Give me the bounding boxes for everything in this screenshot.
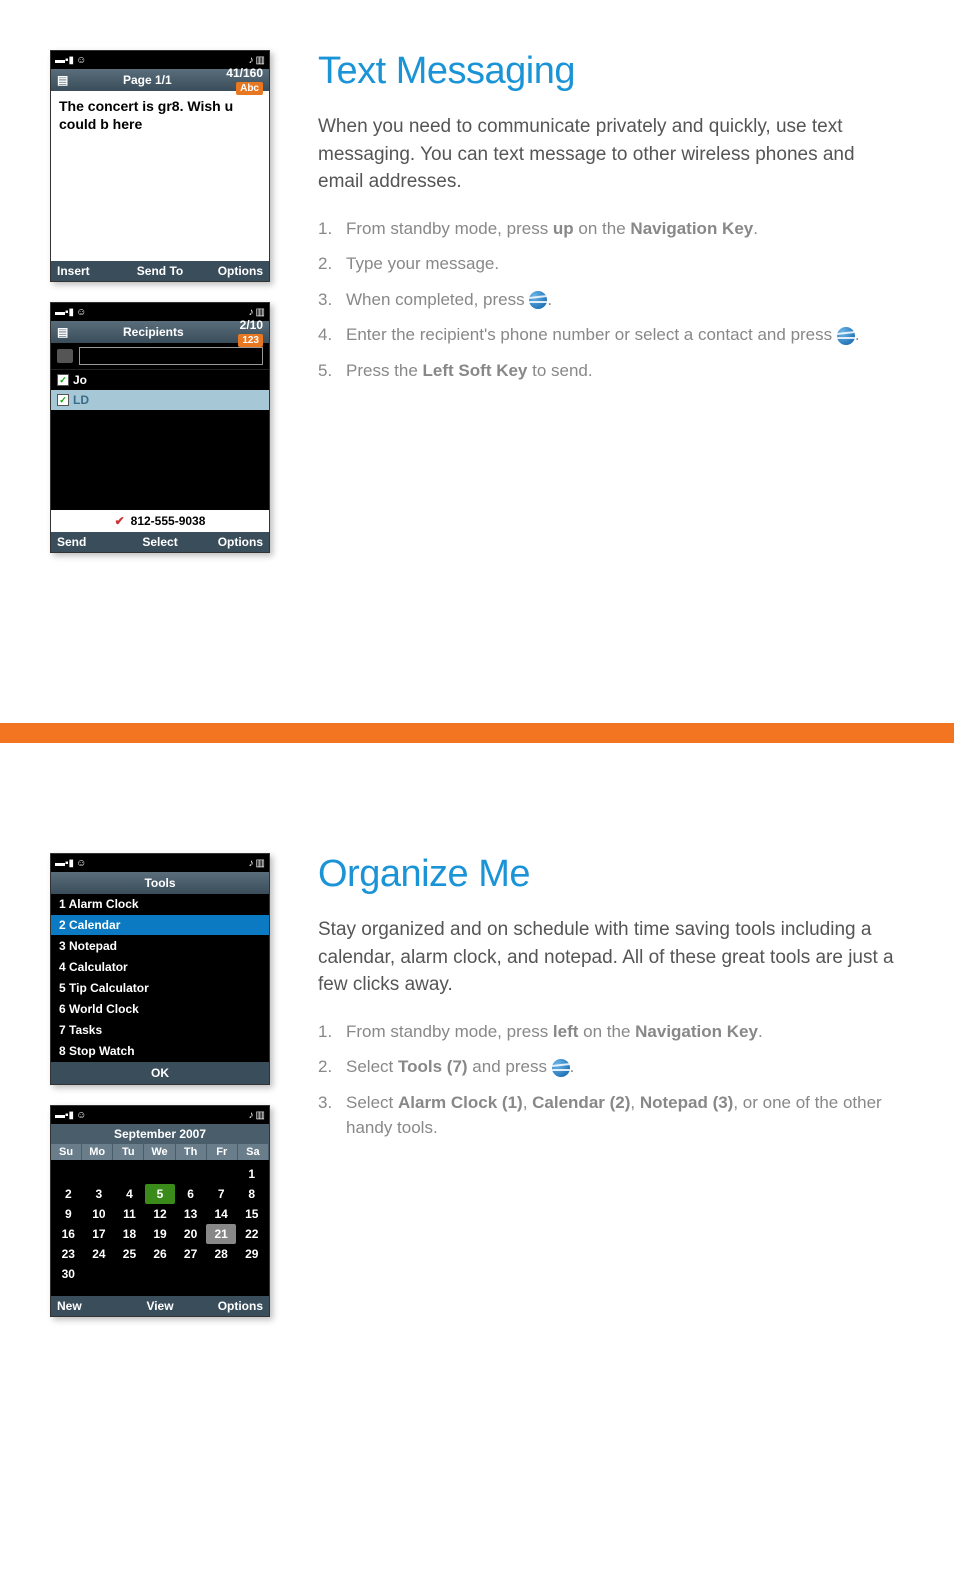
tool-item[interactable]: 3 Notepad bbox=[51, 936, 269, 957]
tool-item-selected[interactable]: 2 Calendar bbox=[51, 915, 269, 936]
att-globe-icon bbox=[529, 291, 547, 309]
selected-number-bar: ✔ 812-555-9038 bbox=[51, 510, 269, 532]
signal-icon: ▬▪▮ bbox=[55, 55, 74, 66]
music-icon: ♪ bbox=[249, 858, 254, 869]
smiley-icon: ☺ bbox=[76, 307, 86, 318]
att-globe-icon bbox=[552, 1059, 570, 1077]
tool-item[interactable]: 7 Tasks bbox=[51, 1020, 269, 1041]
calendar-grid: 1 2345678 9101112131415 16171819202122 2… bbox=[51, 1160, 269, 1296]
tools-list: 1 Alarm Clock 2 Calendar 3 Notepad 4 Cal… bbox=[51, 894, 269, 1062]
battery-icon: ▥ bbox=[256, 307, 265, 318]
softkey-options[interactable]: Options bbox=[194, 264, 263, 278]
section-divider bbox=[0, 723, 954, 743]
recipient-list-space bbox=[51, 410, 269, 510]
to-icon bbox=[57, 349, 73, 363]
recipient-name: LD bbox=[73, 393, 89, 407]
signal-icon: ▬▪▮ bbox=[55, 1110, 74, 1121]
recipient-item-selected[interactable]: ✓ LD bbox=[51, 390, 269, 410]
recipient-input-row bbox=[51, 343, 269, 370]
step-4: Enter the recipient's phone number or se… bbox=[318, 322, 894, 348]
phone-tools: ▬▪▮ ☺ ♪ ▥ Tools 1 Alarm Clock 2 Calendar… bbox=[50, 853, 270, 1085]
text-messaging-section: ▬▪▮ ☺ ♪ ▥ ▤ Page 1/1 41/160 Abc The conc… bbox=[50, 50, 894, 573]
heading-text-messaging: Text Messaging bbox=[318, 50, 894, 93]
softkey-bar: Insert Send To Options bbox=[51, 261, 269, 281]
recipients-title: Recipients bbox=[68, 325, 238, 339]
softkey-bar: New View Options bbox=[51, 1296, 269, 1316]
calendar-highlight[interactable]: 21 bbox=[206, 1224, 237, 1244]
softkey-ok[interactable]: OK bbox=[51, 1062, 269, 1084]
status-bar: ▬▪▮ ☺ ♪ ▥ bbox=[51, 1106, 269, 1124]
softkey-insert[interactable]: Insert bbox=[57, 264, 126, 278]
tools-title: Tools bbox=[57, 876, 263, 890]
step-5: Press the Left Soft Key to send. bbox=[318, 358, 894, 384]
checkbox-icon: ✓ bbox=[57, 374, 69, 386]
smiley-icon: ☺ bbox=[76, 1110, 86, 1121]
tool-item[interactable]: 1 Alarm Clock bbox=[51, 894, 269, 915]
checkbox-icon: ✓ bbox=[57, 394, 69, 406]
softkey-options[interactable]: Options bbox=[194, 535, 263, 549]
tool-item[interactable]: 6 World Clock bbox=[51, 999, 269, 1020]
title-bar: Tools bbox=[51, 872, 269, 894]
steps-list: From standby mode, press left on the Nav… bbox=[318, 1019, 894, 1141]
smiley-icon: ☺ bbox=[76, 55, 86, 66]
battery-icon: ▥ bbox=[256, 1110, 265, 1121]
tool-item[interactable]: 5 Tip Calculator bbox=[51, 978, 269, 999]
step-2: Type your message. bbox=[318, 251, 894, 277]
step-3: When completed, press . bbox=[318, 287, 894, 313]
phone-recipients: ▬▪▮ ☺ ♪ ▥ ▤ Recipients 2/10 123 ✓ bbox=[50, 302, 270, 553]
calendar-month-title: September 2007 bbox=[51, 1124, 269, 1144]
att-globe-icon bbox=[837, 327, 855, 345]
step-1: From standby mode, press up on the Navig… bbox=[318, 216, 894, 242]
smiley-icon: ☺ bbox=[76, 858, 86, 869]
intro-text: Stay organized and on schedule with time… bbox=[318, 916, 894, 999]
music-icon: ♪ bbox=[249, 307, 254, 318]
organize-me-section: ▬▪▮ ☺ ♪ ▥ Tools 1 Alarm Clock 2 Calendar… bbox=[50, 853, 894, 1337]
music-icon: ♪ bbox=[249, 55, 254, 66]
phone-calendar: ▬▪▮ ☺ ♪ ▥ September 2007 SuMoTuWeThFrSa … bbox=[50, 1105, 270, 1317]
recipient-name: Jo bbox=[73, 373, 87, 387]
battery-icon: ▥ bbox=[256, 55, 265, 66]
title-bar: ▤ Page 1/1 41/160 Abc bbox=[51, 69, 269, 91]
softkey-new[interactable]: New bbox=[57, 1299, 126, 1313]
char-count: 41/160 bbox=[226, 66, 263, 80]
softkey-sendto[interactable]: Send To bbox=[126, 264, 195, 278]
title-bar: ▤ Recipients 2/10 123 bbox=[51, 321, 269, 343]
softkey-options[interactable]: Options bbox=[194, 1299, 263, 1313]
phone-compose: ▬▪▮ ☺ ♪ ▥ ▤ Page 1/1 41/160 Abc The conc… bbox=[50, 50, 270, 282]
signal-icon: ▬▪▮ bbox=[55, 858, 74, 869]
recip-count: 2/10 bbox=[240, 318, 263, 332]
tool-item[interactable]: 8 Stop Watch bbox=[51, 1041, 269, 1062]
doc-icon: ▤ bbox=[57, 73, 68, 87]
phone-number: 812-555-9038 bbox=[131, 514, 206, 528]
tool-item[interactable]: 4 Calculator bbox=[51, 957, 269, 978]
step-3: Select Alarm Clock (1), Calendar (2), No… bbox=[318, 1090, 894, 1141]
music-icon: ♪ bbox=[249, 1110, 254, 1121]
softkey-view[interactable]: View bbox=[126, 1299, 195, 1313]
message-textarea[interactable]: The concert is gr8. Wish u could b here bbox=[51, 91, 269, 261]
calendar-day-header: SuMoTuWeThFrSa bbox=[51, 1144, 269, 1160]
softkey-bar: Send Select Options bbox=[51, 532, 269, 552]
calendar-today[interactable]: 5 bbox=[145, 1184, 176, 1204]
page-indicator: Page 1/1 bbox=[68, 73, 226, 87]
softkey-send[interactable]: Send bbox=[57, 535, 126, 549]
intro-text: When you need to communicate privately a… bbox=[318, 113, 894, 196]
softkey-select[interactable]: Select bbox=[126, 535, 195, 549]
signal-icon: ▬▪▮ bbox=[55, 307, 74, 318]
steps-list: From standby mode, press up on the Navig… bbox=[318, 216, 894, 384]
step-1: From standby mode, press left on the Nav… bbox=[318, 1019, 894, 1045]
status-bar: ▬▪▮ ☺ ♪ ▥ bbox=[51, 854, 269, 872]
heading-organize-me: Organize Me bbox=[318, 853, 894, 896]
input-mode-badge: 123 bbox=[238, 334, 263, 347]
status-bar: ▬▪▮ ☺ ♪ ▥ bbox=[51, 303, 269, 321]
battery-icon: ▥ bbox=[256, 858, 265, 869]
recipient-input[interactable] bbox=[79, 347, 263, 365]
input-mode-badge: Abc bbox=[236, 82, 263, 95]
recipient-item[interactable]: ✓ Jo bbox=[51, 370, 269, 390]
doc-icon: ▤ bbox=[57, 325, 68, 339]
step-2: Select Tools (7) and press . bbox=[318, 1054, 894, 1080]
check-icon: ✔ bbox=[115, 514, 125, 528]
